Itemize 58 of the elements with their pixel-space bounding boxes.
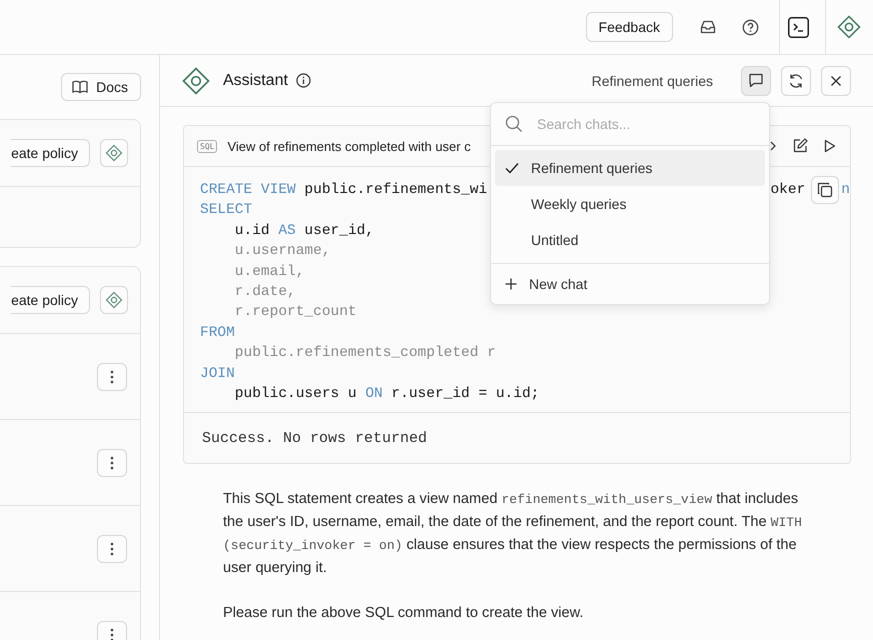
chats-button[interactable] <box>741 66 771 96</box>
new-chat-item[interactable]: New chat <box>491 264 769 304</box>
diamond-icon <box>105 291 123 309</box>
chat-name: Refinement queries <box>592 72 713 88</box>
refresh-icon <box>788 72 804 88</box>
snippet-title: View of refinements completed with user c <box>227 138 471 154</box>
search-field[interactable]: Search chats... <box>535 115 755 133</box>
diamond-logo-icon[interactable] <box>837 15 861 39</box>
code-line: public.users u ON r.user_id = u.id; <box>234 384 540 404</box>
search-icon <box>505 115 523 133</box>
sql-badge: SQL <box>197 140 218 152</box>
info-icon[interactable] <box>296 73 311 88</box>
run-icon[interactable] <box>824 139 836 153</box>
query-result: Success. No rows returned <box>184 412 850 464</box>
chevron-icon[interactable] <box>770 141 776 151</box>
docs-button[interactable]: Docs <box>61 73 141 101</box>
refresh-button[interactable] <box>781 66 811 96</box>
code-line: u.id AS user_id, <box>234 222 374 241</box>
check-icon <box>505 162 519 174</box>
copy-icon <box>817 182 834 198</box>
help-icon[interactable] <box>742 18 759 36</box>
chat-menu-item[interactable]: Untitled <box>495 222 765 258</box>
close-icon <box>830 74 842 86</box>
kebab-icon <box>110 370 114 384</box>
assistant-title: Assistant <box>223 72 288 90</box>
code-line: u.email, <box>234 262 304 282</box>
copy-button[interactable] <box>811 176 840 204</box>
code-line: public.refinements_completed r <box>234 344 496 364</box>
edit-icon[interactable] <box>792 138 808 154</box>
plus-icon <box>505 278 517 290</box>
close-button[interactable] <box>821 66 851 96</box>
inbox-icon[interactable] <box>700 20 716 34</box>
terminal-icon[interactable] <box>788 16 809 38</box>
code-line: JOIN <box>200 364 235 384</box>
assistant-button[interactable] <box>100 139 128 167</box>
code-line-end: oker <box>770 181 806 200</box>
chat-menu-item[interactable]: Refinement queries <box>495 150 765 186</box>
assistant-message: This SQL statement creates a view named refinements_with_users_view that includes the user's ID, username, email, the date of the refinement, and the report count. The WITH (security_invoker = on) clause ensures that the view respects the permissions of the user querying it. <box>223 490 803 578</box>
code-line: FROM <box>200 324 235 343</box>
code-line: r.date, <box>234 282 296 302</box>
assistant-logo-icon <box>182 66 210 94</box>
code-line-end: n <box>841 181 850 200</box>
kebab-icon <box>110 542 114 556</box>
chat-menu-item[interactable]: Weekly queries <box>495 186 765 222</box>
code-line: u.username, <box>234 242 331 262</box>
book-icon <box>72 80 88 94</box>
create-policy-button[interactable]: eate policy <box>11 286 90 314</box>
assistant-button[interactable] <box>100 286 128 314</box>
chat-bubble-icon <box>748 73 764 88</box>
diamond-icon <box>105 144 123 162</box>
kebab-icon <box>110 456 114 470</box>
code-line: r.report_count <box>234 303 357 322</box>
assistant-message: Please run the above SQL command to create the view. <box>223 604 584 624</box>
kebab-icon <box>110 628 114 640</box>
code-line: SELECT <box>200 201 252 220</box>
code-line: CREATE VIEW public.refinements_wi <box>200 181 488 200</box>
create-policy-button[interactable]: eate policy <box>11 139 90 167</box>
feedback-button[interactable]: Feedback <box>586 12 673 42</box>
